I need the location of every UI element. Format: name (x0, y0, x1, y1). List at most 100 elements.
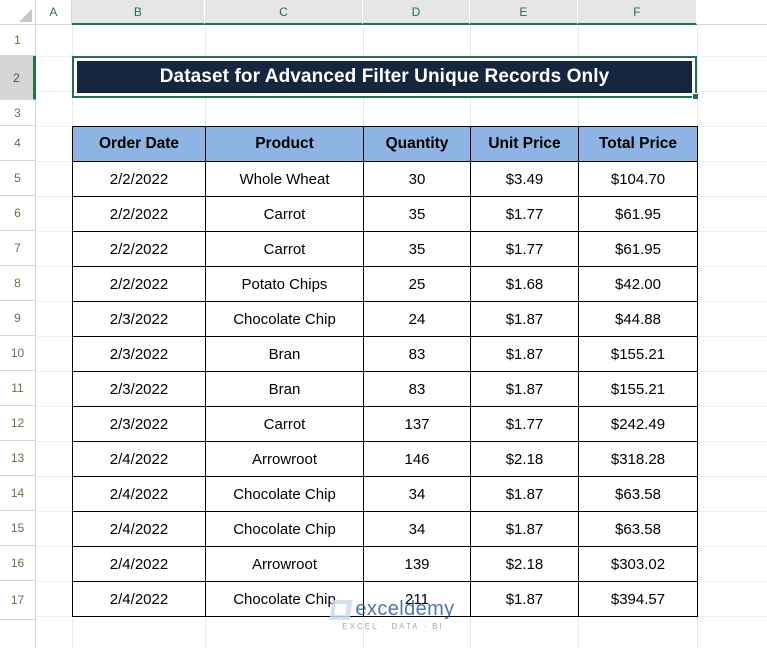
row-header-14[interactable]: 14 (0, 476, 36, 511)
row-header-11[interactable]: 11 (0, 371, 36, 406)
cell-total-price[interactable]: $104.70 (578, 161, 698, 197)
cell-order-date[interactable]: 2/3/2022 (72, 406, 206, 442)
cell-order-date[interactable]: 2/3/2022 (72, 336, 206, 372)
row-header-12[interactable]: 12 (0, 406, 36, 441)
cell-product[interactable]: Carrot (205, 196, 364, 232)
cell-order-date[interactable]: 2/2/2022 (72, 196, 206, 232)
cell-total-price[interactable]: $63.58 (578, 511, 698, 547)
row-header-15[interactable]: 15 (0, 511, 36, 546)
table-row: 2/3/2022 Bran 83 $1.87 $155.21 (72, 371, 698, 407)
table-row: 2/4/2022 Arrowroot 139 $2.18 $303.02 (72, 546, 698, 582)
column-header-b[interactable]: B (72, 0, 205, 25)
column-title-unit-price: Unit Price (470, 126, 579, 162)
dataset-table: Order Date Product Quantity Unit Price Total… (72, 126, 698, 617)
title-banner-fill: Dataset for Advanced Filter Unique Recor… (76, 60, 693, 94)
cell-total-price[interactable]: $61.95 (578, 231, 698, 267)
cell-quantity[interactable]: 83 (363, 371, 471, 407)
cell-total-price[interactable]: $318.28 (578, 441, 698, 477)
cell-product[interactable]: Carrot (205, 231, 364, 267)
cell-total-price[interactable]: $242.49 (578, 406, 698, 442)
cell-quantity[interactable]: 139 (363, 546, 471, 582)
cell-quantity[interactable]: 35 (363, 196, 471, 232)
cell-unit-price[interactable]: $1.87 (470, 511, 579, 547)
cell-unit-price[interactable]: $1.77 (470, 196, 579, 232)
column-header-e[interactable]: E (470, 0, 578, 25)
cell-order-date[interactable]: 2/4/2022 (72, 511, 206, 547)
row-header-17[interactable]: 17 (0, 581, 36, 620)
row-header-13[interactable]: 13 (0, 441, 36, 476)
cell-order-date[interactable]: 2/2/2022 (72, 161, 206, 197)
cell-total-price[interactable]: $42.00 (578, 266, 698, 302)
row-header-5[interactable]: 5 (0, 161, 36, 196)
cell-order-date[interactable]: 2/4/2022 (72, 546, 206, 582)
cell-product[interactable]: Arrowroot (205, 546, 364, 582)
cell-quantity[interactable]: 34 (363, 511, 471, 547)
cell-order-date[interactable]: 2/4/2022 (72, 441, 206, 477)
cell-unit-price[interactable]: $1.77 (470, 231, 579, 267)
cell-quantity[interactable]: 30 (363, 161, 471, 197)
cell-order-date[interactable]: 2/4/2022 (72, 476, 206, 512)
row-header-10[interactable]: 10 (0, 336, 36, 371)
cell-unit-price[interactable]: $1.87 (470, 301, 579, 337)
cell-total-price[interactable]: $155.21 (578, 371, 698, 407)
cell-unit-price[interactable]: $1.87 (470, 476, 579, 512)
cell-unit-price[interactable]: $1.77 (470, 406, 579, 442)
table-row: 2/4/2022 Arrowroot 146 $2.18 $318.28 (72, 441, 698, 477)
cell-total-price[interactable]: $394.57 (578, 581, 698, 617)
cell-quantity[interactable]: 137 (363, 406, 471, 442)
row-header-8[interactable]: 8 (0, 266, 36, 301)
column-header-f[interactable]: F (578, 0, 697, 25)
cell-unit-price[interactable]: $2.18 (470, 546, 579, 582)
column-header-d[interactable]: D (363, 0, 470, 25)
cell-product[interactable]: Potato Chips (205, 266, 364, 302)
cell-quantity[interactable]: 83 (363, 336, 471, 372)
column-header-a[interactable]: A (36, 0, 72, 25)
spreadsheet-canvas: A B C D E F 1 2 3 4 5 6 7 8 9 10 11 12 13 14 15 16 17 Da… (0, 0, 767, 648)
cell-order-date[interactable]: 2/2/2022 (72, 231, 206, 267)
cell-total-price[interactable]: $44.88 (578, 301, 698, 337)
cell-product[interactable]: Bran (205, 336, 364, 372)
cell-quantity[interactable]: 211 (363, 581, 471, 617)
title-banner[interactable]: Dataset for Advanced Filter Unique Recor… (72, 56, 699, 100)
cell-quantity[interactable]: 35 (363, 231, 471, 267)
row-header-7[interactable]: 7 (0, 231, 36, 266)
cell-product[interactable]: Chocolate Chip (205, 301, 364, 337)
cell-total-price[interactable]: $61.95 (578, 196, 698, 232)
cell-quantity[interactable]: 146 (363, 441, 471, 477)
row-header-16[interactable]: 16 (0, 546, 36, 581)
row-header-6[interactable]: 6 (0, 196, 36, 231)
cell-unit-price[interactable]: $2.18 (470, 441, 579, 477)
row-header-4[interactable]: 4 (0, 126, 36, 161)
row-header-1[interactable]: 1 (0, 25, 36, 56)
cell-unit-price[interactable]: $1.68 (470, 266, 579, 302)
cell-order-date[interactable]: 2/4/2022 (72, 581, 206, 617)
cell-total-price[interactable]: $303.02 (578, 546, 698, 582)
cell-total-price[interactable]: $155.21 (578, 336, 698, 372)
cell-quantity[interactable]: 25 (363, 266, 471, 302)
cell-unit-price[interactable]: $1.87 (470, 336, 579, 372)
cell-product[interactable]: Chocolate Chip (205, 581, 364, 617)
cell-unit-price[interactable]: $3.49 (470, 161, 579, 197)
cell-product[interactable]: Arrowroot (205, 441, 364, 477)
table-row: 2/2/2022 Whole Wheat 30 $3.49 $104.70 (72, 161, 698, 197)
fill-handle[interactable] (692, 93, 699, 100)
cell-total-price[interactable]: $63.58 (578, 476, 698, 512)
cell-product[interactable]: Chocolate Chip (205, 476, 364, 512)
cell-quantity[interactable]: 34 (363, 476, 471, 512)
column-title-quantity: Quantity (363, 126, 471, 162)
cell-product[interactable]: Carrot (205, 406, 364, 442)
cell-product[interactable]: Whole Wheat (205, 161, 364, 197)
cell-product[interactable]: Chocolate Chip (205, 511, 364, 547)
cell-unit-price[interactable]: $1.87 (470, 371, 579, 407)
cell-product[interactable]: Bran (205, 371, 364, 407)
row-header-2[interactable]: 2 (0, 56, 36, 100)
select-all-corner[interactable] (0, 0, 36, 25)
column-header-c[interactable]: C (205, 0, 363, 25)
row-header-9[interactable]: 9 (0, 301, 36, 336)
cell-order-date[interactable]: 2/2/2022 (72, 266, 206, 302)
row-header-3[interactable]: 3 (0, 100, 36, 126)
cell-quantity[interactable]: 24 (363, 301, 471, 337)
cell-order-date[interactable]: 2/3/2022 (72, 371, 206, 407)
cell-unit-price[interactable]: $1.87 (470, 581, 579, 617)
cell-order-date[interactable]: 2/3/2022 (72, 301, 206, 337)
